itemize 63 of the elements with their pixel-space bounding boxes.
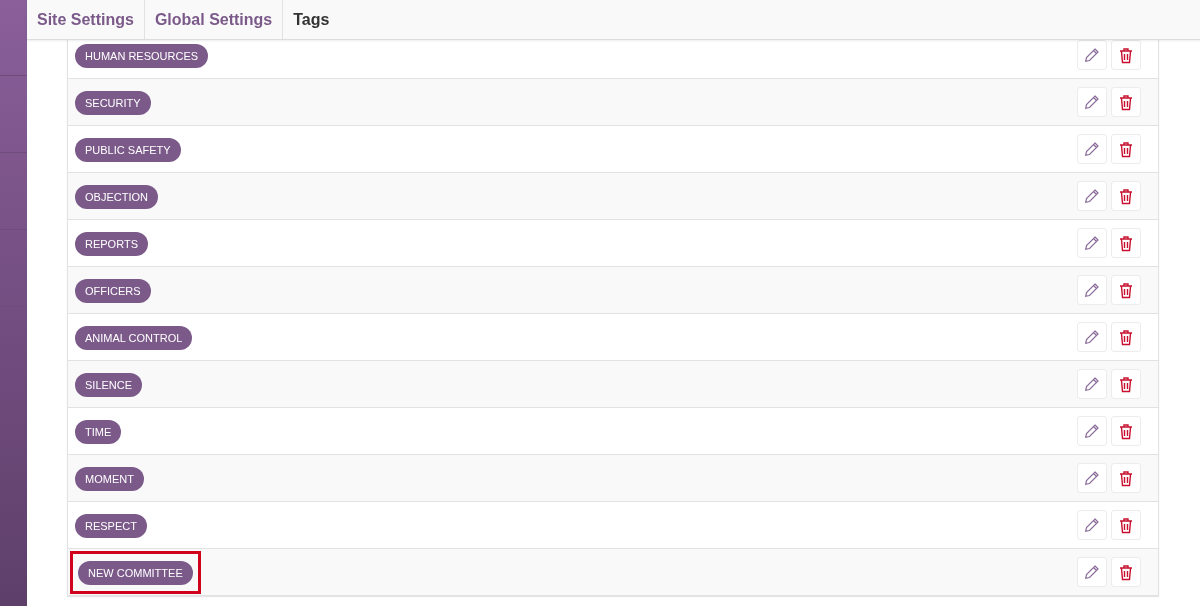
delete-button[interactable] [1111,369,1141,399]
trash-icon [1118,187,1134,205]
edit-button[interactable] [1077,463,1107,493]
delete-button[interactable] [1111,463,1141,493]
pencil-icon [1084,235,1100,251]
delete-button[interactable] [1111,134,1141,164]
trash-icon [1118,422,1134,440]
edit-button[interactable] [1077,87,1107,117]
tab[interactable]: Tags [283,0,340,39]
delete-button[interactable] [1111,322,1141,352]
tag-pill: MOMENT [75,466,144,491]
pencil-icon [1084,517,1100,533]
trash-icon [1118,328,1134,346]
pencil-icon [1084,282,1100,298]
tab[interactable]: Global Settings [144,0,284,39]
edit-button[interactable] [1077,322,1107,352]
edit-button[interactable] [1077,557,1107,587]
trash-icon [1118,46,1134,64]
tag-pill: RESPECT [75,513,147,538]
pencil-icon [1084,94,1100,110]
pencil-icon [1084,470,1100,486]
edit-button[interactable] [1077,416,1107,446]
trash-icon [1118,516,1134,534]
edit-button[interactable] [1077,134,1107,164]
pencil-icon [1084,564,1100,580]
pencil-icon [1084,423,1100,439]
trash-icon [1118,375,1134,393]
pencil-icon [1084,376,1100,392]
delete-button[interactable] [1111,510,1141,540]
delete-button[interactable] [1111,40,1141,70]
tag-pill: HUMAN RESOURCES [75,43,209,68]
edit-button[interactable] [1077,40,1107,70]
pencil-icon [1084,47,1100,63]
tag-pill: ANIMAL CONTROL [75,325,193,350]
delete-button[interactable] [1111,557,1141,587]
tag-pill: REPORTS [75,231,148,256]
trash-icon [1118,281,1134,299]
pencil-icon [1084,188,1100,204]
tab[interactable]: Site Settings [27,0,145,39]
tag-pill: PUBLIC SAFETY [75,137,181,162]
edit-button[interactable] [1077,510,1107,540]
trash-icon [1118,234,1134,252]
delete-button[interactable] [1111,87,1141,117]
tag-pill: OBJECTION [75,184,158,209]
delete-button[interactable] [1111,228,1141,258]
tag-pill: NEW COMMITTEE [78,560,193,585]
trash-icon [1118,469,1134,487]
delete-button[interactable] [1111,181,1141,211]
tag-pill: SECURITY [75,90,151,115]
edit-button[interactable] [1077,275,1107,305]
delete-button[interactable] [1111,416,1141,446]
tag-pill: SILENCE [75,372,143,397]
edit-button[interactable] [1077,369,1107,399]
edit-button[interactable] [1077,181,1107,211]
delete-button[interactable] [1111,275,1141,305]
tag-pill: TIME [75,419,122,444]
edit-button[interactable] [1077,228,1107,258]
trash-icon [1118,140,1134,158]
pencil-icon [1084,329,1100,345]
pencil-icon [1084,141,1100,157]
trash-icon [1118,93,1134,111]
trash-icon [1118,563,1134,581]
tag-pill: OFFICERS [75,278,151,303]
